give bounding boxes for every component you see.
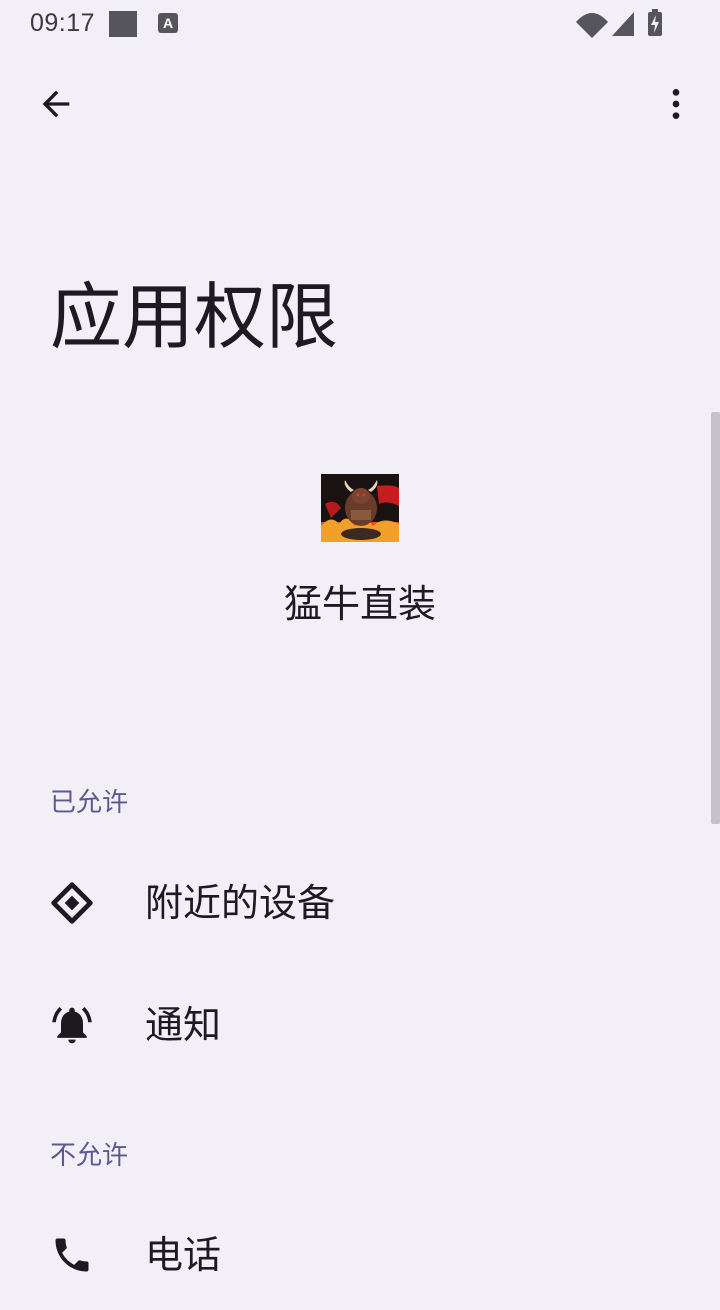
- top-app-bar: [0, 56, 720, 152]
- section-header-allowed: 已允许: [50, 788, 129, 818]
- signal-icon: [612, 12, 634, 36]
- nearby-devices-icon: [48, 879, 96, 927]
- permission-item-nearby-devices[interactable]: 附近的设备: [0, 848, 720, 958]
- permission-label: 附近的设备: [145, 881, 336, 925]
- permission-item-phone[interactable]: 电话: [0, 1200, 720, 1310]
- more-vert-icon: [672, 89, 680, 119]
- more-options-button[interactable]: [652, 80, 700, 128]
- bull-app-icon: [321, 474, 399, 542]
- notification-square-icon: [109, 11, 137, 37]
- phone-icon: [48, 1231, 96, 1279]
- wifi-icon: [576, 13, 608, 38]
- app-name: 猛牛直装: [283, 582, 436, 626]
- app-icon: [321, 474, 399, 542]
- page-title: 应用权限: [50, 275, 339, 359]
- notifications-bell-icon: [48, 1001, 96, 1049]
- scrollbar[interactable]: [711, 412, 720, 824]
- arrow-back-icon: [42, 90, 70, 118]
- notification-a-icon: A: [158, 13, 178, 33]
- status-bar: 09:17 A: [0, 0, 720, 48]
- status-time: 09:17: [30, 9, 96, 37]
- battery-charging-icon: [648, 9, 662, 36]
- permission-item-notifications[interactable]: 通知: [0, 970, 720, 1080]
- permission-label: 电话: [145, 1233, 222, 1277]
- section-header-denied: 不允许: [50, 1141, 129, 1171]
- status-icons: [560, 0, 720, 48]
- back-button[interactable]: [24, 80, 88, 128]
- permission-label: 通知: [145, 1003, 222, 1047]
